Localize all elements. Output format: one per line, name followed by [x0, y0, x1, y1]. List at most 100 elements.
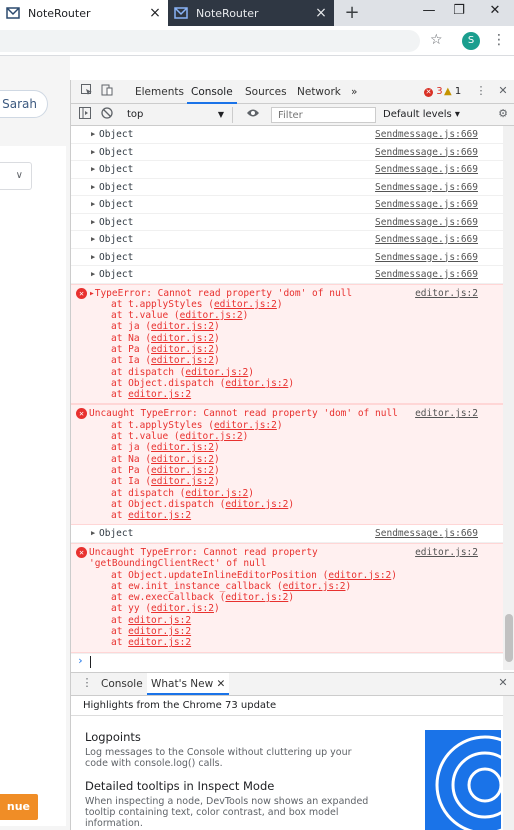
source-link[interactable]: Sendmessage.js:669	[375, 269, 478, 280]
profile-avatar[interactable]: S	[462, 32, 480, 50]
console-filter-input[interactable]	[271, 107, 376, 123]
live-expression-eye-icon[interactable]	[245, 107, 261, 123]
scrollbar-thumb[interactable]	[505, 614, 513, 662]
stack-frame-link[interactable]: editor.js:2	[151, 333, 214, 344]
console-log-row[interactable]: ▶ Object Sendmessage.js:669	[71, 525, 503, 543]
console-settings-gear-icon[interactable]: ⚙	[495, 107, 511, 123]
browser-tab-noterouter-active[interactable]: NoteRouter ×	[0, 0, 168, 26]
drawer-tab-whats-new[interactable]: What's New ✕	[147, 673, 230, 695]
tab-network[interactable]: Network	[293, 80, 345, 104]
expand-triangle-icon[interactable]: ▶	[91, 148, 95, 156]
source-link[interactable]: Sendmessage.js:669	[375, 234, 478, 245]
source-link[interactable]: Sendmessage.js:669	[375, 182, 478, 193]
source-link[interactable]: editor.js:2	[415, 408, 478, 419]
bookmark-star-icon[interactable]: ☆	[430, 32, 443, 48]
log-levels-select[interactable]: Default levels ▾	[383, 107, 460, 123]
clear-console-icon[interactable]	[99, 107, 115, 123]
warning-count-badge[interactable]: ▲ 1	[444, 86, 461, 97]
expand-triangle-icon[interactable]: ▶	[91, 270, 95, 278]
stack-frame-link[interactable]: editor.js:2	[328, 570, 391, 581]
stack-frame-link[interactable]: editor.js:2	[185, 367, 248, 378]
stack-frame-link[interactable]: editor.js:2	[151, 465, 214, 476]
close-devtools-icon[interactable]: ✕	[495, 84, 511, 100]
expand-triangle-icon[interactable]: ▶	[91, 218, 95, 226]
stack-frame-link[interactable]: editor.js:2	[151, 476, 214, 487]
close-tab-icon[interactable]: ×	[148, 5, 162, 21]
stack-frame-link[interactable]: editor.js:2	[214, 420, 277, 431]
new-tab-button[interactable]: +	[340, 2, 364, 24]
stack-frame-link[interactable]: editor.js:2	[180, 310, 243, 321]
log-object[interactable]: Object	[91, 199, 133, 210]
drawer-scrollbar[interactable]	[503, 696, 514, 830]
browser-tab-noterouter[interactable]: NoteRouter ×	[168, 0, 334, 26]
console-log-row[interactable]: ▶ Object Sendmessage.js:669	[71, 179, 503, 196]
expand-triangle-icon[interactable]: ▶	[91, 253, 95, 261]
drawer-menu-icon[interactable]: ⋮	[79, 676, 95, 692]
address-bar[interactable]	[0, 30, 420, 52]
console-prompt[interactable]: ›	[71, 652, 503, 670]
console-log-row[interactable]: ▶ Object Sendmessage.js:669	[71, 126, 503, 144]
restore-window-icon[interactable]: ❐	[444, 3, 474, 18]
log-object[interactable]: Object	[91, 252, 133, 263]
dropdown-chevron-down-icon[interactable]: ∨	[0, 162, 32, 190]
console-log-row[interactable]: ▶ Object Sendmessage.js:669	[71, 214, 503, 231]
console-log-row[interactable]: ▶ Object Sendmessage.js:669	[71, 266, 503, 284]
expand-triangle-icon[interactable]: ▶	[91, 165, 95, 173]
stack-frame-link[interactable]: editor.js:2	[151, 442, 214, 453]
stack-frame-link[interactable]: editor.js:2	[225, 499, 288, 510]
expand-triangle-icon[interactable]: ▶	[91, 529, 95, 537]
stack-frame-link[interactable]: editor.js:2	[128, 626, 191, 637]
log-object[interactable]: Object	[91, 182, 133, 193]
console-log-row[interactable]: ▶ Object Sendmessage.js:669	[71, 161, 503, 179]
stack-frame-link[interactable]: editor.js:2	[151, 344, 214, 355]
console-error-row[interactable]: ✕ Uncaught TypeError: Cannot read propert…	[71, 542, 503, 653]
browser-menu-icon[interactable]: ⋮	[492, 32, 506, 48]
stack-frame-link[interactable]: editor.js:2	[151, 454, 214, 465]
stack-frame-link[interactable]: editor.js:2	[185, 488, 248, 499]
log-object[interactable]: Object	[91, 269, 133, 280]
drawer-tab-console[interactable]: Console	[97, 673, 147, 695]
user-pill[interactable]: Sarah	[0, 90, 48, 118]
device-toolbar-icon[interactable]	[99, 84, 115, 100]
more-tabs-icon[interactable]: »	[347, 80, 361, 104]
console-error-row[interactable]: ✕ Uncaught TypeError: Cannot read propert…	[71, 404, 503, 526]
sidebar-toggle-icon[interactable]	[77, 107, 93, 123]
continue-button[interactable]: nue	[0, 794, 38, 820]
stack-frame-link[interactable]: editor.js:2	[214, 299, 277, 310]
devtools-menu-icon[interactable]: ⋮	[473, 84, 489, 100]
console-error-row[interactable]: ✕ ▸TypeError: Cannot read property 'dom' …	[71, 283, 503, 405]
stack-frame-link[interactable]: editor.js:2	[128, 615, 191, 626]
close-drawer-icon[interactable]: ✕	[495, 676, 511, 692]
source-link[interactable]: Sendmessage.js:669	[375, 129, 478, 140]
console-log-row[interactable]: ▶ Object Sendmessage.js:669	[71, 231, 503, 249]
tab-console[interactable]: Console	[187, 80, 237, 104]
inspect-element-icon[interactable]	[79, 84, 95, 100]
stack-frame-link[interactable]: editor.js:2	[151, 603, 214, 614]
stack-frame-link[interactable]: editor.js:2	[151, 321, 214, 332]
source-link[interactable]: Sendmessage.js:669	[375, 252, 478, 263]
console-log-row[interactable]: ▶ Object Sendmessage.js:669	[71, 196, 503, 214]
stack-frame-link[interactable]: editor.js:2	[180, 431, 243, 442]
log-object[interactable]: Object	[91, 217, 133, 228]
source-link[interactable]: Sendmessage.js:669	[375, 217, 478, 228]
console-log-row[interactable]: ▶ Object Sendmessage.js:669	[71, 249, 503, 266]
log-object[interactable]: Object	[91, 528, 133, 539]
stack-frame-link[interactable]: editor.js:2	[225, 378, 288, 389]
stack-frame-link[interactable]: editor.js:2	[151, 355, 214, 366]
expand-triangle-icon[interactable]: ▶	[91, 130, 95, 138]
source-link[interactable]: Sendmessage.js:669	[375, 147, 478, 158]
context-select[interactable]: top ▼	[123, 107, 233, 123]
stack-frame-link[interactable]: editor.js:2	[128, 389, 191, 400]
expand-triangle-icon[interactable]: ▶	[91, 200, 95, 208]
expand-triangle-icon[interactable]: ▶	[91, 235, 95, 243]
stack-frame-link[interactable]: editor.js:2	[283, 581, 346, 592]
log-object[interactable]: Object	[91, 234, 133, 245]
stack-frame-link[interactable]: editor.js:2	[128, 510, 191, 521]
log-object[interactable]: Object	[91, 147, 133, 158]
source-link[interactable]: editor.js:2	[415, 547, 478, 558]
close-tab-icon[interactable]: ×	[314, 5, 328, 21]
expand-triangle-icon[interactable]: ▶	[91, 183, 95, 191]
log-object[interactable]: Object	[91, 129, 133, 140]
stack-frame-link[interactable]: editor.js:2	[225, 592, 288, 603]
source-link[interactable]: editor.js:2	[415, 288, 478, 299]
